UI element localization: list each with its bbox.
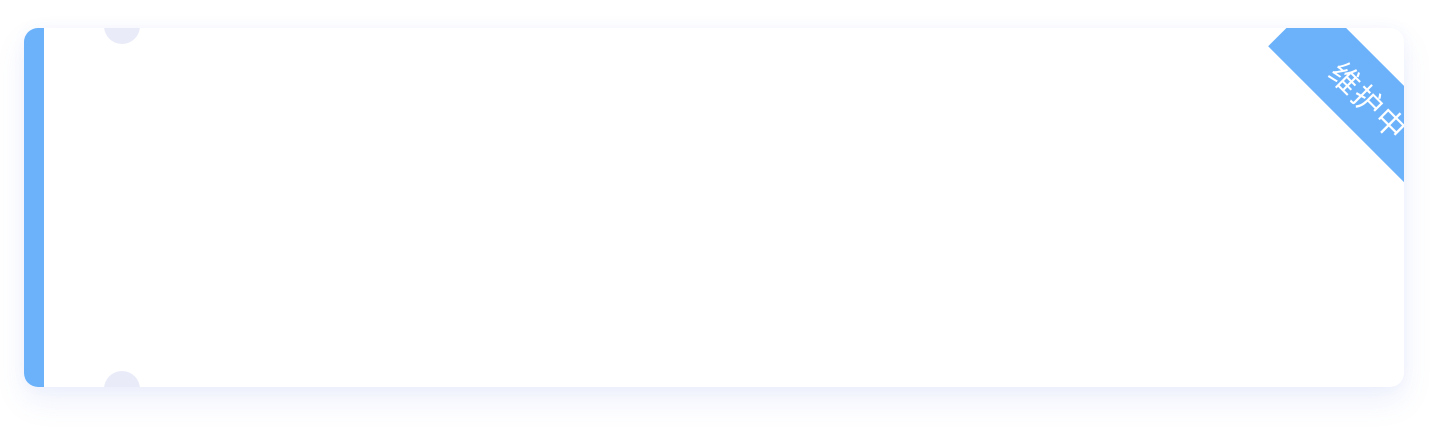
ticket-notch-bottom: [104, 371, 140, 387]
status-ribbon-label: 维护中: [1268, 28, 1404, 188]
accent-stripe: [24, 28, 44, 387]
status-ribbon: 维护中: [1244, 28, 1404, 188]
status-card[interactable]: 维护中: [24, 28, 1404, 387]
page: 维护中: [0, 0, 1432, 432]
ticket-notch-top: [104, 28, 140, 44]
